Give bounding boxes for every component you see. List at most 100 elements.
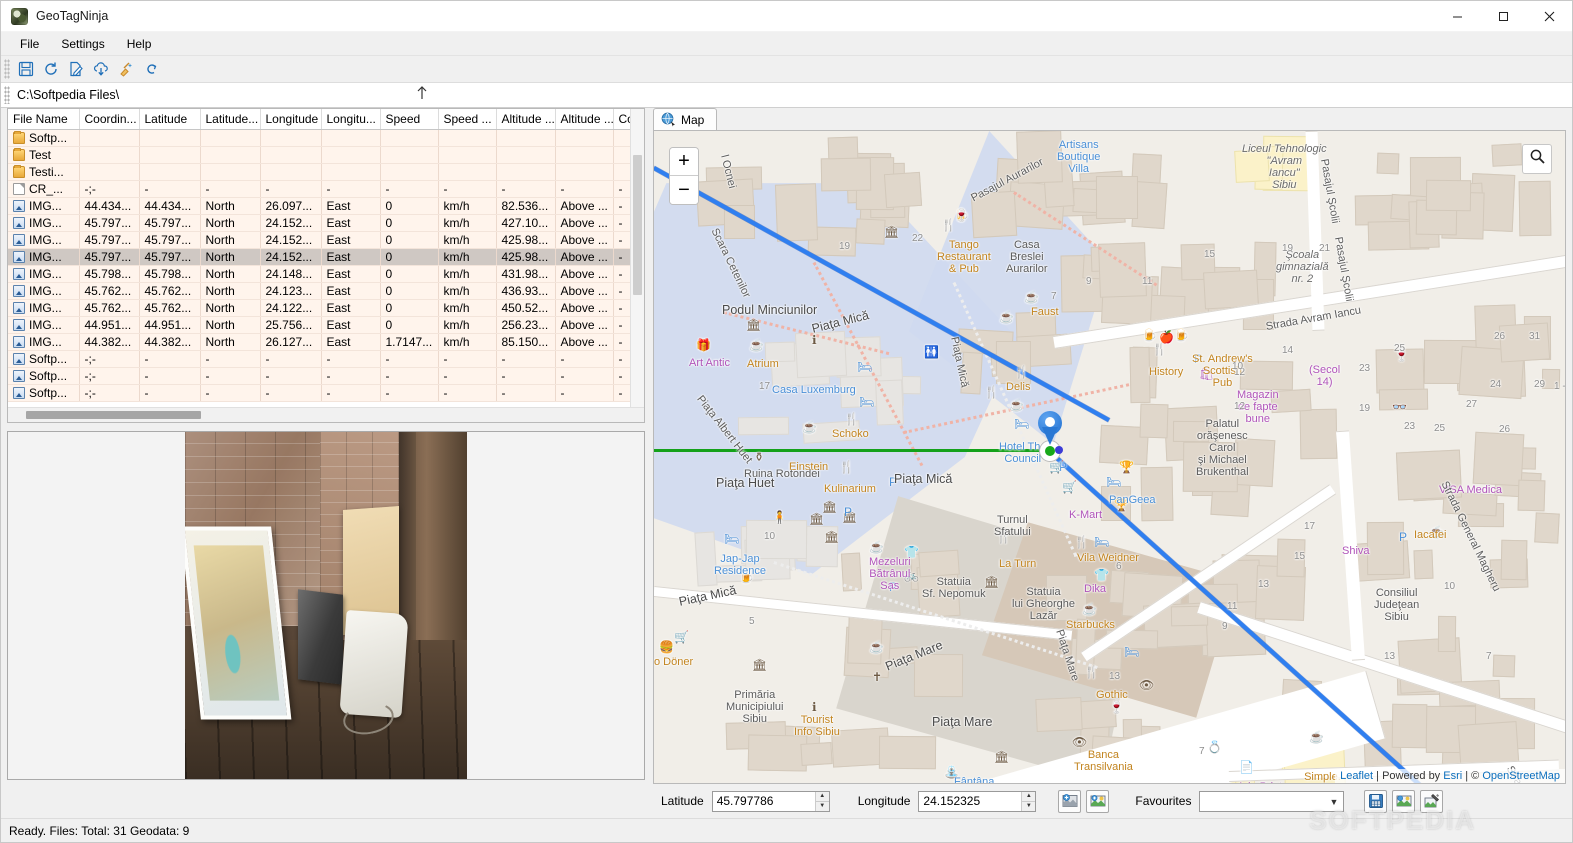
zoom-out-button[interactable]: −	[670, 176, 698, 204]
table-row[interactable]: IMG... 45.797... 45.797... North 24.152... Ea…	[8, 231, 630, 249]
column-header-10[interactable]: Co	[613, 109, 630, 130]
table-row[interactable]: IMG... 44.434... 44.434... North 26.097... Ea…	[8, 197, 630, 215]
map-building	[1139, 403, 1169, 438]
table-row[interactable]: Softp... -;- - - - - - - - - -	[8, 350, 630, 368]
maximize-button[interactable]	[1480, 1, 1526, 32]
table-row[interactable]: IMG... 45.797... 45.797... North 24.152... Ea…	[8, 248, 630, 266]
table-row[interactable]: CR_... -;- - - - - - - - - -	[8, 180, 630, 198]
menu-file[interactable]: File	[9, 34, 50, 54]
table-row[interactable]: IMG... 45.797... 45.797... North 24.152... Ea…	[8, 214, 630, 232]
cell-4: 24.123...	[260, 282, 322, 300]
image-tools-icon[interactable]	[1420, 789, 1444, 813]
map-label: Tourist Info Sibiu	[794, 714, 840, 738]
cell-file-name: IMG...	[8, 231, 80, 249]
table-row[interactable]: IMG... 45.798... 45.798... North 24.148... Ea…	[8, 265, 630, 283]
attr-sep2: | ©	[1462, 770, 1483, 782]
latitude-stepper[interactable]: ▲ ▼	[814, 791, 829, 811]
table-vertical-scrollbar[interactable]	[630, 109, 644, 407]
chevron-down-icon[interactable]: ▼	[1330, 797, 1339, 807]
table-row[interactable]: IMG... 45.762... 45.762... North 24.123... Ea…	[8, 282, 630, 300]
menu-settings[interactable]: Settings	[50, 34, 115, 54]
latitude-down[interactable]: ▼	[816, 802, 829, 811]
table-row[interactable]: Softp... -;- - - - - - - - - -	[8, 384, 630, 402]
table-row[interactable]: Softp... -;- - - - - - - - - -	[8, 367, 630, 385]
zoom-in-button[interactable]: +	[670, 148, 698, 176]
table-row[interactable]: Softp...	[8, 129, 630, 147]
undo-arrow-icon[interactable]	[139, 58, 163, 81]
path-grip[interactable]	[4, 86, 10, 104]
map-search-button[interactable]	[1522, 144, 1552, 174]
attr-osm[interactable]: OpenStreetMap	[1482, 770, 1560, 782]
up-arrow-icon[interactable]	[415, 85, 429, 105]
cell-7: -	[438, 367, 497, 385]
column-header-0[interactable]: File Name	[8, 109, 80, 130]
cell-9	[555, 146, 614, 164]
table-row[interactable]: IMG... 45.762... 45.762... North 24.122... Ea…	[8, 299, 630, 317]
image-pin-icon[interactable]	[1086, 789, 1110, 813]
close-button[interactable]	[1526, 1, 1572, 32]
column-header-9[interactable]: Altitude ...	[555, 109, 614, 130]
edit-file-icon[interactable]	[64, 58, 88, 81]
save-icon[interactable]	[14, 58, 38, 81]
table-horizontal-scrollbar[interactable]	[8, 407, 644, 422]
map-label: Vila Weidner	[1077, 552, 1139, 564]
column-header-7[interactable]: Speed ...	[438, 109, 497, 130]
column-header-4[interactable]: Longitude	[260, 109, 322, 130]
minimize-button[interactable]	[1434, 1, 1480, 32]
map-canvas[interactable]: ☕ 🍴 🍺 🍷 🏛 🏛 ☕ 🍴 ☕ 🎁 ☕ ℹ 🛏 🍴 ☕ 🍴 🏛 🏛 🏛 🚻 🛏 P P 🛒 🛒 🏆 🛏 🍴 🛏 👕 ☕ 🍴 🍺 🍎 🍺 P 🛍 🍷 👓 P…	[654, 131, 1565, 783]
image-favourite-icon[interactable]	[1392, 789, 1416, 813]
map-label-line: Fântâna	[954, 776, 995, 784]
longitude-stepper[interactable]: ▲ ▼	[1021, 791, 1036, 811]
column-header-6[interactable]: Speed	[380, 109, 439, 130]
cell-5	[321, 163, 381, 181]
map-poi-icon: 👕	[1094, 568, 1109, 582]
cell-3	[200, 163, 261, 181]
map-building	[855, 218, 886, 245]
map-label-line: Mezeluri	[869, 556, 911, 568]
column-header-3[interactable]: Latitude...	[200, 109, 261, 130]
map-add-pin-icon[interactable]	[1058, 789, 1082, 813]
map-frame[interactable]: ☕ 🍴 🍺 🍷 🏛 🏛 ☕ 🍴 ☕ 🎁 ☕ ℹ 🛏 🍴 ☕ 🍴 🏛 🏛 🏛 🚻 🛏 P P 🛒 🛒 🏆 🛏 🍴 🛏 👕 ☕ 🍴 🍺 🍎 🍺 P 🛍 🍷 👓 P…	[653, 130, 1566, 784]
latitude-up[interactable]: ▲	[815, 792, 829, 802]
current-path[interactable]: C:\Softpedia Files\	[17, 88, 119, 102]
save-favourite-icon[interactable]	[1364, 789, 1388, 813]
refresh-icon[interactable]	[39, 58, 63, 81]
map-poi-icon: 🏛	[822, 500, 838, 514]
column-header-2[interactable]: Latitude	[139, 109, 201, 130]
tab-map[interactable]: Map	[653, 108, 718, 130]
map-label-line: Sfatului	[994, 526, 1031, 538]
cell-4: -	[260, 350, 322, 368]
toolbar-grip[interactable]	[4, 59, 10, 79]
cell-5: East	[321, 197, 381, 215]
latitude-input[interactable]	[712, 791, 815, 811]
map-poi-icon: 🍴	[839, 460, 854, 474]
longitude-up[interactable]: ▲	[1022, 792, 1036, 802]
map-poi-icon: ☕	[869, 540, 884, 554]
longitude-input-group[interactable]: ▲▼	[918, 790, 1037, 812]
table-row[interactable]: IMG... 44.951... 44.951... North 25.756... Ea…	[8, 316, 630, 334]
column-header-8[interactable]: Altitude ...	[496, 109, 556, 130]
column-header-5[interactable]: Longitu...	[321, 109, 381, 130]
longitude-down[interactable]: ▼	[1022, 802, 1035, 811]
vscroll-thumb[interactable]	[633, 155, 642, 295]
cell-5: East	[321, 333, 381, 351]
longitude-input[interactable]	[919, 791, 1022, 811]
map-house-number: 7	[1199, 746, 1205, 757]
cloud-download-icon[interactable]	[89, 58, 113, 81]
attr-esri[interactable]: Esri	[1443, 770, 1462, 782]
attr-leaflet[interactable]: Leaflet	[1340, 770, 1373, 782]
latitude-input-group[interactable]: ▲▼	[711, 790, 830, 812]
favourites-dropdown[interactable]: ▼	[1199, 790, 1345, 812]
column-header-1[interactable]: Coordin...	[79, 109, 140, 130]
table-row[interactable]: IMG... 44.382... 44.382... North 26.127... Ea…	[8, 333, 630, 351]
map-pin-icon[interactable]	[1038, 411, 1064, 449]
map-poi-icon: ✝	[872, 670, 883, 684]
broom-icon[interactable]	[114, 58, 138, 81]
map-label: Atrium	[747, 358, 779, 370]
table-row[interactable]: Testi...	[8, 163, 630, 181]
menu-help[interactable]: Help	[116, 34, 163, 54]
table-row[interactable]: Test	[8, 146, 630, 164]
map-label: Casa Breslei Aurarilor	[1006, 239, 1048, 275]
hscroll-thumb[interactable]	[26, 411, 201, 419]
map-building	[1035, 696, 1083, 732]
